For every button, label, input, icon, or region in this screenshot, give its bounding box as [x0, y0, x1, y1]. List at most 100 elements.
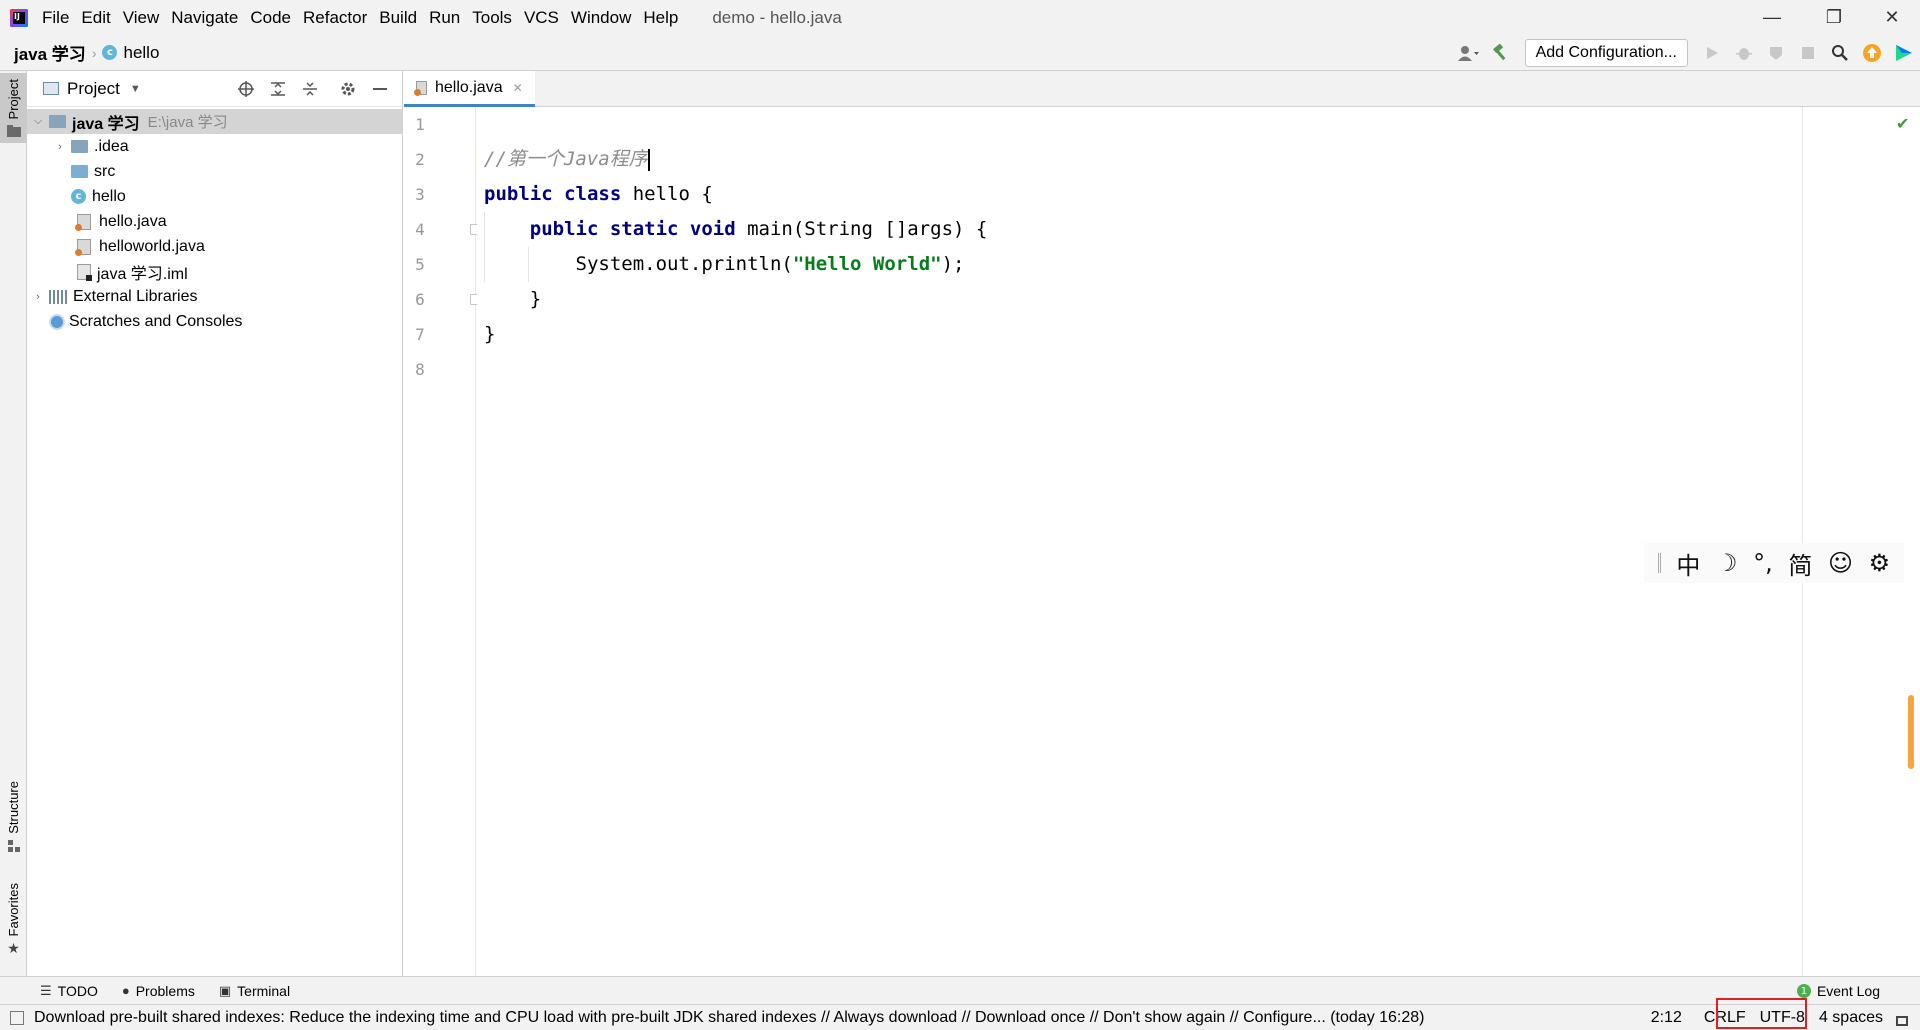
menu-navigate[interactable]: Navigate	[171, 8, 238, 28]
menu-view[interactable]: View	[123, 8, 160, 28]
code-line-5[interactable]: System.out.println("Hello World");	[484, 247, 965, 282]
locate-icon[interactable]	[230, 71, 262, 107]
ime-settings-icon[interactable]: ⚙	[1869, 549, 1891, 577]
breadcrumb-file-label: hello	[123, 42, 160, 62]
tree-item-iml[interactable]: java 学习.iml	[27, 259, 402, 284]
todo-tool-button[interactable]: ☰ TODO	[40, 983, 98, 999]
menu-vcs[interactable]: VCS	[524, 8, 559, 28]
code-line-6[interactable]: }	[484, 282, 541, 317]
expand-all-icon[interactable]	[262, 71, 294, 107]
chevron-right-icon[interactable]: ›	[31, 291, 45, 303]
menu-edit[interactable]: Edit	[81, 8, 110, 28]
logo-text: IJ	[14, 11, 20, 21]
problems-tool-button[interactable]: ● Problems	[122, 983, 195, 999]
menu-run[interactable]: Run	[429, 8, 460, 28]
comment-token: //第一个Java程序	[484, 148, 648, 170]
menu-build[interactable]: Build	[379, 8, 417, 28]
jetbrains-toolbox-icon[interactable]	[1888, 35, 1920, 71]
code-token: main(String []args) {	[747, 218, 988, 240]
status-message[interactable]: Download pre-built shared indexes: Reduc…	[34, 1009, 1425, 1027]
user-icon[interactable]	[1453, 35, 1485, 71]
menu-file[interactable]: File	[42, 8, 69, 28]
tree-item-idea[interactable]: › .idea	[27, 134, 402, 159]
tree-item-hello-java[interactable]: hello.java	[27, 209, 402, 234]
debug-icon[interactable]	[1728, 35, 1760, 71]
gear-icon[interactable]	[332, 71, 364, 107]
update-icon[interactable]	[1856, 35, 1888, 71]
close-icon[interactable]: ✕	[513, 81, 523, 95]
restore-button[interactable]: ❐	[1806, 0, 1862, 35]
menu-window[interactable]: Window	[571, 8, 631, 28]
scrollbar-marker[interactable]	[1908, 695, 1914, 769]
tree-item-src[interactable]: src	[27, 159, 402, 184]
project-tool-button[interactable]: Project	[0, 73, 27, 144]
ime-simplified-button[interactable]: 简	[1788, 546, 1812, 581]
star-icon: ★	[7, 940, 20, 957]
terminal-tool-button[interactable]: ▣ Terminal	[219, 983, 290, 999]
tree-item-hello-class[interactable]: c hello	[27, 184, 402, 209]
build-hammer-icon[interactable]	[1485, 35, 1517, 71]
drag-handle-icon[interactable]	[1657, 553, 1661, 573]
problems-icon: ●	[121, 983, 130, 998]
chevron-down-icon[interactable]: ⌵	[31, 115, 45, 128]
code-token: }	[484, 323, 496, 345]
status-bar: Download pre-built shared indexes: Reduc…	[0, 1004, 1920, 1030]
editor-tab-bar: hello.java ✕	[404, 71, 1920, 107]
ime-chinese-mode-button[interactable]: 中	[1676, 546, 1700, 581]
ime-emoji-icon[interactable]: ☺	[1828, 549, 1853, 577]
minimize-button[interactable]: —	[1744, 0, 1800, 35]
run-icon[interactable]	[1696, 35, 1728, 71]
menu-help[interactable]: Help	[643, 8, 678, 28]
tab-hello-java[interactable]: hello.java ✕	[404, 71, 535, 107]
module-folder-icon	[49, 115, 66, 128]
caret-position[interactable]: 2:12	[1644, 1009, 1689, 1027]
tab-label: hello.java	[435, 78, 503, 96]
project-tree: ⌵ java 学习 E:\java 学习 › .idea src c hello…	[27, 107, 402, 334]
tree-item-label: .idea	[94, 137, 129, 155]
ime-punctuation-button[interactable]: °,	[1753, 549, 1773, 577]
line-number: 1	[415, 115, 425, 134]
favorites-tool-button[interactable]: Favorites ★	[0, 883, 27, 957]
line-number: 7	[415, 325, 425, 344]
search-icon[interactable]	[1824, 35, 1856, 71]
class-icon: c	[102, 45, 118, 60]
ime-moon-icon[interactable]: ☽	[1716, 549, 1738, 577]
breadcrumb-file[interactable]: c hello	[102, 43, 159, 63]
structure-tool-button[interactable]: Structure	[0, 781, 27, 852]
code-line-3[interactable]: public class hello {	[484, 177, 713, 212]
lock-icon[interactable]	[1896, 1016, 1908, 1026]
menu-tools[interactable]: Tools	[472, 8, 512, 28]
collapse-all-icon[interactable]	[294, 71, 326, 107]
tree-item-project-root[interactable]: ⌵ java 学习 E:\java 学习	[27, 109, 402, 134]
inspection-ok-icon[interactable]: ✔	[1896, 114, 1909, 134]
terminal-icon: ▣	[218, 982, 232, 998]
stop-icon[interactable]	[1792, 35, 1824, 71]
terminal-label: Terminal	[237, 982, 291, 999]
tree-item-scratches[interactable]: Scratches and Consoles	[27, 309, 402, 334]
menu-refactor[interactable]: Refactor	[303, 8, 367, 28]
tree-item-helloworld-java[interactable]: helloworld.java	[27, 234, 402, 259]
structure-icon	[7, 839, 20, 852]
folder-icon	[6, 125, 21, 138]
close-window-button[interactable]: ✕	[1864, 0, 1920, 35]
java-file-icon	[75, 213, 91, 231]
tree-item-external-libraries[interactable]: › External Libraries	[27, 284, 402, 309]
code-token: System.out.println(	[575, 253, 793, 275]
chevron-right-icon[interactable]: ›	[53, 141, 67, 153]
add-configuration-button[interactable]: Add Configuration...	[1524, 39, 1688, 67]
line-number: 6	[415, 290, 425, 309]
code-line-7[interactable]: }	[484, 317, 495, 352]
event-log-button[interactable]: 1 Event Log	[1796, 977, 1880, 1005]
tree-item-label: helloworld.java	[99, 237, 205, 255]
code-line-2[interactable]: //第一个Java程序	[484, 142, 650, 177]
project-view-icon	[43, 82, 59, 95]
indent-widget[interactable]: 4 spaces	[1812, 1009, 1890, 1027]
coverage-icon[interactable]	[1760, 35, 1792, 71]
chevron-down-icon[interactable]: ▼	[130, 83, 141, 95]
hide-panel-icon[interactable]	[364, 71, 396, 107]
breadcrumb-project[interactable]: java 学习	[14, 40, 86, 65]
window-toggle-icon[interactable]	[10, 1010, 24, 1025]
code-line-4[interactable]: public static void main(String []args) {	[484, 212, 988, 247]
menu-code[interactable]: Code	[250, 8, 291, 28]
project-view-selector[interactable]: Project	[67, 79, 120, 99]
